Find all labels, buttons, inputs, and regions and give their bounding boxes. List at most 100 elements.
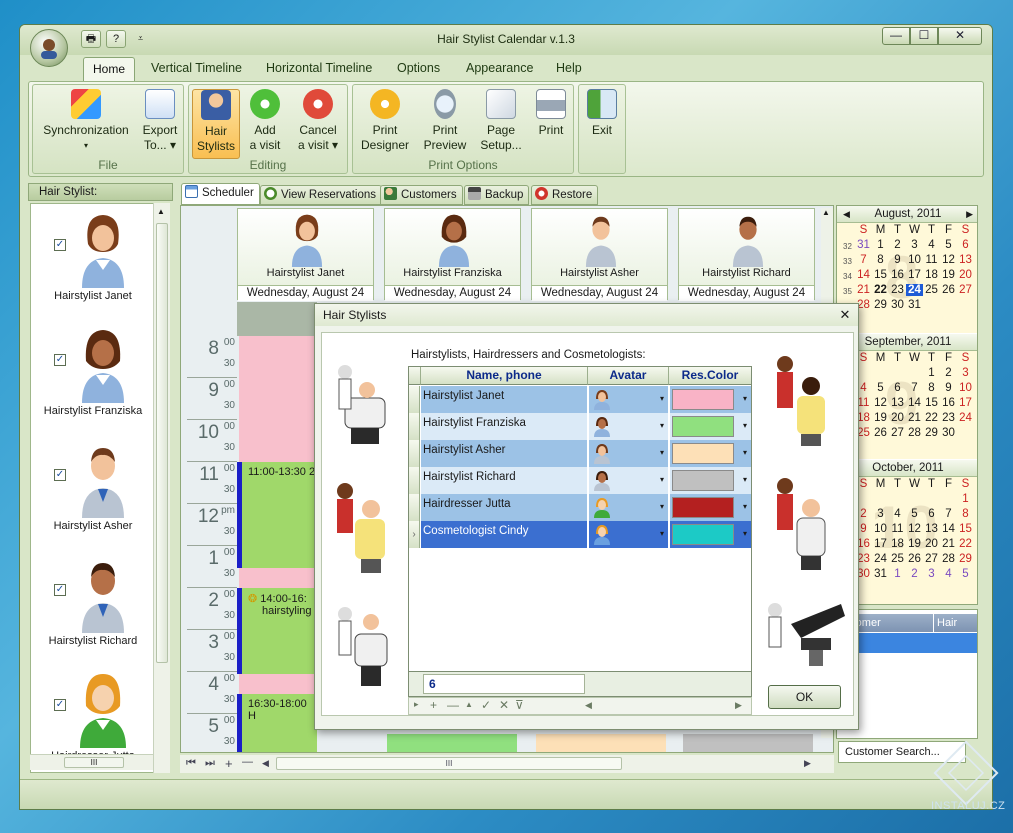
chevron-down-icon[interactable]: ▾: [743, 529, 747, 538]
cell-res-color[interactable]: ▾: [669, 440, 751, 467]
calendar-day[interactable]: 4: [940, 568, 957, 580]
calendar-day[interactable]: 1: [889, 568, 906, 580]
calendar-day[interactable]: 30: [889, 299, 906, 311]
add-icon[interactable]: +: [225, 756, 233, 771]
ok-button[interactable]: OK: [768, 685, 841, 709]
table-row[interactable]: Hairstylist Richard ▾ ▾: [409, 467, 751, 494]
calendar-day[interactable]: 8: [957, 508, 974, 520]
calendar-day[interactable]: 22: [923, 412, 940, 424]
calendar-day[interactable]: 31: [872, 568, 889, 580]
calendar-day[interactable]: 3: [872, 508, 889, 520]
cell-avatar[interactable]: ▾: [588, 386, 668, 413]
available-slot[interactable]: [239, 568, 315, 588]
calendar-day[interactable]: 15: [957, 523, 974, 535]
cell-name[interactable]: Hairdresser Jutta: [421, 494, 587, 521]
resource-header-richard[interactable]: Hairstylist Richard Wednesday, August 24: [678, 208, 815, 301]
chevron-down-icon[interactable]: ▾: [743, 502, 747, 511]
close-button[interactable]: ✕: [938, 27, 982, 45]
scroll-right-icon[interactable]: ▶: [804, 758, 811, 769]
calendar-day[interactable]: 26: [906, 553, 923, 565]
tab-home[interactable]: Home: [83, 57, 135, 81]
cell-avatar[interactable]: ▾: [588, 467, 668, 494]
calendar-day[interactable]: 14: [855, 269, 872, 281]
calendar-day[interactable]: 20: [957, 269, 974, 281]
calendar-day[interactable]: 6: [889, 382, 906, 394]
filter-icon[interactable]: ⊽: [515, 698, 524, 712]
calendar-day[interactable]: 2: [889, 239, 906, 251]
calendar-day[interactable]: 3: [906, 239, 923, 251]
next-record-icon[interactable]: ▸: [414, 699, 419, 710]
calendar-day[interactable]: 14: [906, 397, 923, 409]
stylist-checkbox[interactable]: ✓: [54, 584, 66, 596]
calendar-day[interactable]: 13: [889, 397, 906, 409]
move-up-icon[interactable]: ▲: [465, 700, 473, 709]
remove-icon[interactable]: —: [447, 698, 459, 712]
list-item[interactable]: ✓ Hairstylist Franziska: [31, 321, 155, 436]
calendar-day[interactable]: 4: [923, 239, 940, 251]
maximize-button[interactable]: ☐: [910, 27, 938, 45]
remove-icon[interactable]: —: [242, 756, 253, 768]
calendar-day[interactable]: 23: [940, 412, 957, 424]
tab-vertical-timeline[interactable]: Vertical Timeline: [151, 61, 242, 75]
available-slot[interactable]: [239, 336, 315, 462]
cell-name[interactable]: Hairstylist Franziska: [421, 413, 587, 440]
scroll-up-icon[interactable]: ▲: [157, 207, 165, 216]
column-name-phone[interactable]: Name, phone: [421, 367, 588, 385]
tab-horizontal-timeline[interactable]: Horizontal Timeline: [266, 61, 372, 75]
calendar-day[interactable]: 30: [940, 427, 957, 439]
calendar-day[interactable]: 25: [889, 553, 906, 565]
available-slot[interactable]: [239, 674, 315, 694]
calendar-day[interactable]: 5: [906, 508, 923, 520]
calendar-day[interactable]: 28: [906, 427, 923, 439]
calendar-day[interactable]: 5: [872, 382, 889, 394]
chevron-down-icon[interactable]: ▾: [660, 475, 664, 484]
calendar-day[interactable]: 31: [906, 299, 923, 311]
calendar-day[interactable]: 7: [940, 508, 957, 520]
calendar-day[interactable]: 24: [872, 553, 889, 565]
print-button[interactable]: Print: [531, 89, 571, 138]
calendar-day[interactable]: 17: [957, 397, 974, 409]
add-visit-button[interactable]: Add a visit: [243, 89, 287, 153]
synchronization-button[interactable]: Synchronization ▾: [36, 89, 136, 153]
prev-month-button[interactable]: ◀: [843, 206, 850, 222]
column-res-color[interactable]: Res.Color: [669, 367, 751, 385]
tab-appearance[interactable]: Appearance: [466, 61, 533, 75]
row-selector[interactable]: ›: [409, 521, 420, 548]
calendar-day[interactable]: 1: [957, 493, 974, 505]
chevron-down-icon[interactable]: ▾: [743, 475, 747, 484]
calendar-day[interactable]: 31: [855, 239, 872, 251]
table-row[interactable]: › Cosmetologist Cindy ▾ ▾: [409, 521, 751, 548]
cancel-visit-button[interactable]: Cancel a visit ▾: [291, 89, 345, 153]
calendar-day[interactable]: 1: [872, 239, 889, 251]
chevron-down-icon[interactable]: ▾: [743, 448, 747, 457]
exit-button[interactable]: Exit: [582, 89, 622, 138]
cell-name[interactable]: Cosmetologist Cindy: [421, 521, 587, 548]
calendar-day[interactable]: 23: [889, 284, 906, 296]
calendar-day[interactable]: 8: [923, 382, 940, 394]
table-row[interactable]: Hairstylist Asher ▾ ▾: [409, 440, 751, 467]
cell-name[interactable]: Hairstylist Janet: [421, 386, 587, 413]
cell-name[interactable]: Hairstylist Richard: [421, 467, 587, 494]
appointment[interactable]: 11:00-13:30 2: [237, 462, 317, 568]
calendar-day[interactable]: 19: [906, 538, 923, 550]
stylist-checkbox[interactable]: ✓: [54, 469, 66, 481]
calendar-day[interactable]: 5: [957, 568, 974, 580]
add-icon[interactable]: +: [430, 698, 437, 712]
row-selector[interactable]: [409, 413, 420, 440]
print-preview-button[interactable]: Print Preview: [419, 89, 471, 153]
next-month-button[interactable]: ▶: [966, 206, 973, 222]
list-item[interactable]: ✓ Hairstylist Richard: [31, 551, 155, 666]
chevron-down-icon[interactable]: ▾: [660, 394, 664, 403]
calendar-day[interactable]: 5: [940, 239, 957, 251]
print-designer-button[interactable]: Print Designer: [355, 89, 415, 153]
chevron-down-icon[interactable]: ▾: [743, 394, 747, 403]
calendar-day[interactable]: 13: [957, 254, 974, 266]
calendar-day[interactable]: 6: [923, 508, 940, 520]
hscrollbar-thumb[interactable]: III: [276, 757, 622, 770]
cell-res-color[interactable]: ▾: [669, 521, 751, 548]
calendar-day[interactable]: 3: [923, 568, 940, 580]
calendar-day[interactable]: 8: [872, 254, 889, 266]
resource-header-asher[interactable]: Hairstylist Asher Wednesday, August 24: [531, 208, 668, 301]
calendar-day[interactable]: 24: [906, 284, 923, 296]
calendar-day[interactable]: 1: [923, 367, 940, 379]
